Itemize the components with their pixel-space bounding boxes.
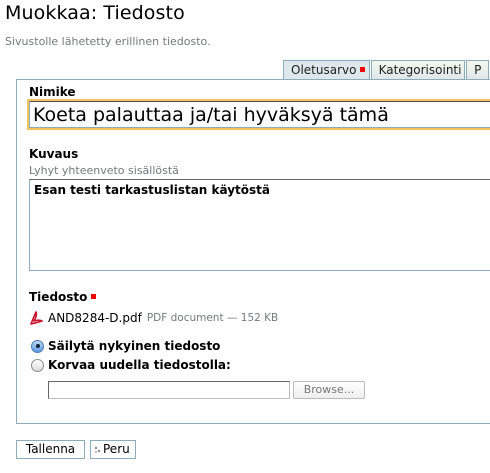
form-tabs: Oletusarvo Kategorisointi P xyxy=(283,60,490,79)
browse-button[interactable]: Browse... xyxy=(293,381,365,399)
save-button[interactable]: Tallenna xyxy=(16,440,85,459)
replace-file-radio[interactable] xyxy=(31,358,44,372)
required-marker xyxy=(360,67,366,72)
tab-label: P xyxy=(474,63,482,77)
file-link[interactable]: AND8284-D.pdf xyxy=(48,311,142,325)
file-meta: PDF document — 152 KB xyxy=(146,312,279,324)
cancel-icon xyxy=(95,447,100,453)
keep-file-option[interactable]: Säilytä nykyinen tiedosto xyxy=(31,339,220,353)
required-marker xyxy=(91,294,97,299)
keep-file-label: Säilytä nykyinen tiedosto xyxy=(48,339,221,353)
tab-p[interactable]: P xyxy=(466,60,489,79)
file-label-text: Tiedosto xyxy=(29,290,88,304)
replace-file-option[interactable]: Korvaa uudella tiedostolla: xyxy=(31,358,231,372)
description-textarea[interactable]: Esan testi tarkastuslistan käytöstä xyxy=(29,179,490,271)
pdf-icon xyxy=(30,311,43,325)
file-label: Tiedosto xyxy=(29,290,97,304)
keep-file-radio[interactable] xyxy=(31,339,44,353)
cancel-button[interactable]: Peru xyxy=(90,440,136,459)
title-input[interactable]: Koeta palauttaa ja/tai hyväksyä tämä xyxy=(29,101,490,128)
page-title: Muokkaa: Tiedosto xyxy=(5,2,185,24)
replace-file-label: Korvaa uudella tiedostolla: xyxy=(48,358,231,372)
tab-label: Kategorisointi xyxy=(378,63,462,77)
current-file: AND8284-D.pdf PDF document — 152 KB xyxy=(29,310,278,326)
page-description: Sivustolle lähetetty erillinen tiedosto. xyxy=(5,35,211,48)
tab-label: Oletusarvo xyxy=(291,63,357,77)
title-label: Nimike xyxy=(29,85,76,99)
cancel-label: Peru xyxy=(103,442,130,456)
description-label: Kuvaus xyxy=(29,147,79,161)
description-help: Lyhyt yhteenveto sisällöstä xyxy=(29,164,179,177)
file-path-input[interactable] xyxy=(48,381,290,399)
tab-kategorisointi[interactable]: Kategorisointi xyxy=(370,60,466,79)
tab-oletusarvo[interactable]: Oletusarvo xyxy=(283,60,370,79)
